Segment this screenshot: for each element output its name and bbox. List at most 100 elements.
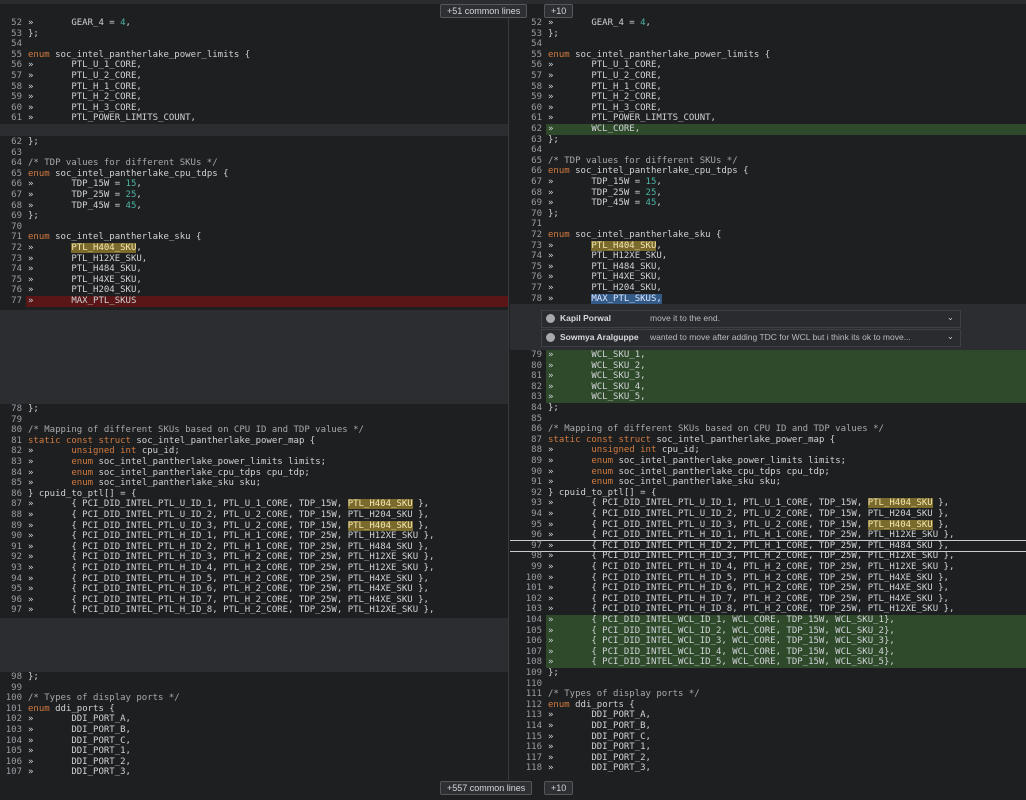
code-line[interactable]: 86 /* Mapping of different SKUs based on … [510,424,1026,435]
code-line[interactable]: 76 » PTL_H204_SKU, [0,285,508,296]
code-line[interactable]: 66 enum soc_intel_pantherlake_cpu_tdps { [510,166,1026,177]
code-line[interactable]: 53}; [0,29,508,40]
code-line[interactable]: 70}; [510,209,1026,220]
code-line[interactable]: 87 » { PCI_DID_INTEL_PTL_U_ID_1, PTL_U_1_… [0,499,508,510]
code-line[interactable]: 93 » { PCI_DID_INTEL_PTL_H_ID_4, PTL_H_2_… [0,563,508,574]
code-line[interactable]: 114 » DDI_PORT_B, [510,721,1026,732]
code-line[interactable]: 75 » PTL_H484_SKU, [510,262,1026,273]
code-line[interactable]: 54 [510,39,1026,50]
code-line[interactable]: 64 /* TDP values for different SKUs */ [0,158,508,169]
code-line[interactable]: 115 » DDI_PORT_C, [510,732,1026,743]
code-line[interactable]: 59 » PTL_H_2_CORE, [510,92,1026,103]
code-line[interactable]: 105 » DDI_PORT_1, [0,746,508,757]
code-line[interactable]: 67 » TDP_15W = 15, [510,177,1026,188]
code-line[interactable]: 97 » { PCI_DID_INTEL_PTL_H_ID_8, PTL_H_2_… [0,605,508,616]
code-line[interactable]: 85 [510,414,1026,425]
code-line[interactable]: 88 » { PCI_DID_INTEL_PTL_U_ID_2, PTL_U_2_… [0,510,508,521]
code-line[interactable]: 82 » WCL_SKU_4, [510,381,1026,393]
expand-more-top-button[interactable]: +10 [544,4,574,18]
code-line[interactable]: 70 [0,222,508,233]
code-line[interactable]: 92} cpuid_to_ptl[] = { [510,488,1026,499]
chevron-down-icon[interactable]: ⌄ [947,312,954,323]
code-line[interactable]: 54 [0,39,508,50]
code-line[interactable]: 98}; [0,672,508,683]
code-line[interactable]: 55 enum soc_intel_pantherlake_power_limit… [510,50,1026,61]
code-line[interactable]: 101 » { PCI_DID_INTEL_PTL_H_ID_6, PTL_H_2… [510,583,1026,594]
code-line[interactable]: 62}; [0,137,508,148]
code-line[interactable]: 105 » { PCI_DID_INTEL_WCL_ID_2, WCL_CORE,… [510,625,1026,637]
code-line[interactable]: 57 » PTL_U_2_CORE, [0,71,508,82]
code-line[interactable]: 52 » GEAR_4 = 4, [0,18,508,29]
expand-common-lines-bottom-button[interactable]: +557 common lines [440,781,533,795]
code-line[interactable]: 84 » enum soc_intel_pantherlake_cpu_tdps … [0,468,508,479]
code-line[interactable]: 99 » { PCI_DID_INTEL_PTL_H_ID_4, PTL_H_2_… [510,562,1026,573]
code-line[interactable]: 78}; [0,404,508,415]
code-line[interactable]: 100 » { PCI_DID_INTEL_PTL_H_ID_5, PTL_H_2… [510,573,1026,584]
comment-thread-1[interactable]: Kapil Porwal move it to the end. ⌄ [541,310,961,328]
code-line[interactable]: 63}; [510,135,1026,146]
code-line[interactable]: 84}; [510,403,1026,414]
code-line[interactable]: 116 » DDI_PORT_1, [510,742,1026,753]
code-line[interactable]: 97 » { PCI_DID_INTEL_PTL_H_ID_2, PTL_H_1_… [510,539,1026,553]
code-line[interactable]: 83 » enum soc_intel_pantherlake_power_lim… [0,457,508,468]
expand-more-bottom-button[interactable]: +10 [544,781,574,795]
code-line[interactable]: 112 enum ddi_ports { [510,700,1026,711]
code-line[interactable]: 85 » enum soc_intel_pantherlake_sku sku; [0,478,508,489]
code-line[interactable]: 75 » PTL_H4XE_SKU, [0,275,508,286]
code-line[interactable]: 56 » PTL_U_1_CORE, [0,60,508,71]
code-line[interactable]: 100 /* Types of display ports */ [0,693,508,704]
code-line[interactable]: 68 » TDP_45W = 45, [0,201,508,212]
code-line[interactable]: 96 » { PCI_DID_INTEL_PTL_H_ID_1, PTL_H_1_… [510,530,1026,541]
code-line[interactable]: 99 [0,683,508,694]
right-diff-pane[interactable]: 52» GEAR_4 = 4, 53}; 54 55 enum soc_intel_pa… [510,4,1026,780]
code-line[interactable]: 66 » TDP_15W = 15, [0,179,508,190]
code-line[interactable]: 113 » DDI_PORT_A, [510,710,1026,721]
code-line[interactable]: 78 » MAX_PTL_SKUS, [510,293,1026,305]
code-line[interactable]: 96 » { PCI_DID_INTEL_PTL_H_ID_7, PTL_H_2_… [0,595,508,606]
code-line[interactable]: 107 » DDI_PORT_3, [0,767,508,778]
code-line[interactable]: 86} cpuid_to_ptl[] = { [0,489,508,500]
comment-thread-2[interactable]: Sowmya Aralguppe wanted to move after ad… [541,329,961,347]
code-line[interactable]: 65 enum soc_intel_pantherlake_cpu_tdps { [0,169,508,180]
code-line[interactable]: 72 enum soc_intel_pantherlake_sku { [510,230,1026,241]
code-line[interactable]: 74 » PTL_H12XE_SKU, [510,251,1026,262]
code-line[interactable]: 63 [0,148,508,159]
code-line[interactable]: 108 » { PCI_DID_INTEL_WCL_ID_5, WCL_CORE,… [510,657,1026,668]
code-line[interactable]: 82 » unsigned int cpu_id; [0,446,508,457]
code-line[interactable]: 109}; [510,668,1026,679]
code-line[interactable]: 93 » { PCI_DID_INTEL_PTL_U_ID_1, PTL_U_1_… [510,498,1026,509]
code-line[interactable]: 104 » DDI_PORT_C, [0,736,508,747]
code-line[interactable]: 57 » PTL_U_2_CORE, [510,71,1026,82]
code-line[interactable]: 73 » PTL_H12XE_SKU, [0,254,508,265]
code-line[interactable]: 76 » PTL_H4XE_SKU, [510,272,1026,283]
code-line[interactable]: 94 » { PCI_DID_INTEL_PTL_H_ID_5, PTL_H_2_… [0,574,508,585]
code-line[interactable]: 65 /* TDP values for different SKUs */ [510,156,1026,167]
code-line[interactable]: 73 » PTL_H404_SKU, [510,240,1026,252]
code-line[interactable]: 59 » PTL_H_2_CORE, [0,92,508,103]
code-line[interactable]: 107 » { PCI_DID_INTEL_WCL_ID_4, WCL_CORE,… [510,646,1026,658]
code-line[interactable]: 61 » PTL_POWER_LIMITS_COUNT, [510,113,1026,124]
code-line[interactable]: 69}; [0,211,508,222]
code-line[interactable]: 72 » PTL_H404_SKU, [0,243,508,254]
code-line[interactable]: 62 » WCL_CORE, [510,124,1026,135]
code-line[interactable]: 71 [510,219,1026,230]
code-line[interactable]: 90 » { PCI_DID_INTEL_PTL_H_ID_1, PTL_H_1_… [0,531,508,542]
code-line[interactable]: 111 /* Types of display ports */ [510,689,1026,700]
code-line[interactable]: 117 » DDI_PORT_2, [510,753,1026,764]
code-line[interactable]: 55 enum soc_intel_pantherlake_power_limit… [0,50,508,61]
code-line[interactable]: 80 » WCL_SKU_2, [510,360,1026,372]
code-line[interactable]: 58 » PTL_H_1_CORE, [0,82,508,93]
code-line[interactable]: 67 » TDP_25W = 25, [0,190,508,201]
code-line[interactable]: 60 » PTL_H_3_CORE, [0,103,508,114]
code-line[interactable]: 52 » GEAR_4 = 4, [510,18,1026,29]
code-line[interactable]: 102 » DDI_PORT_A, [0,714,508,725]
code-line[interactable]: 106 » { PCI_DID_INTEL_WCL_ID_3, WCL_CORE,… [510,636,1026,647]
code-line[interactable]: 104 » { PCI_DID_INTEL_WCL_ID_1, WCL_CORE,… [510,615,1026,626]
code-line[interactable]: 80 /* Mapping of different SKUs based on … [0,425,508,436]
code-line[interactable]: 77 » MAX_PTL_SKUS [0,296,508,307]
code-line[interactable]: 81 static const struct soc_intel_pantherl… [0,436,508,447]
code-line[interactable]: 101 enum ddi_ports { [0,704,508,715]
code-line[interactable]: 71 enum soc_intel_pantherlake_sku { [0,232,508,243]
code-line[interactable]: 68 » TDP_25W = 25, [510,188,1026,199]
code-line[interactable]: 61 » PTL_POWER_LIMITS_COUNT, [0,113,508,124]
